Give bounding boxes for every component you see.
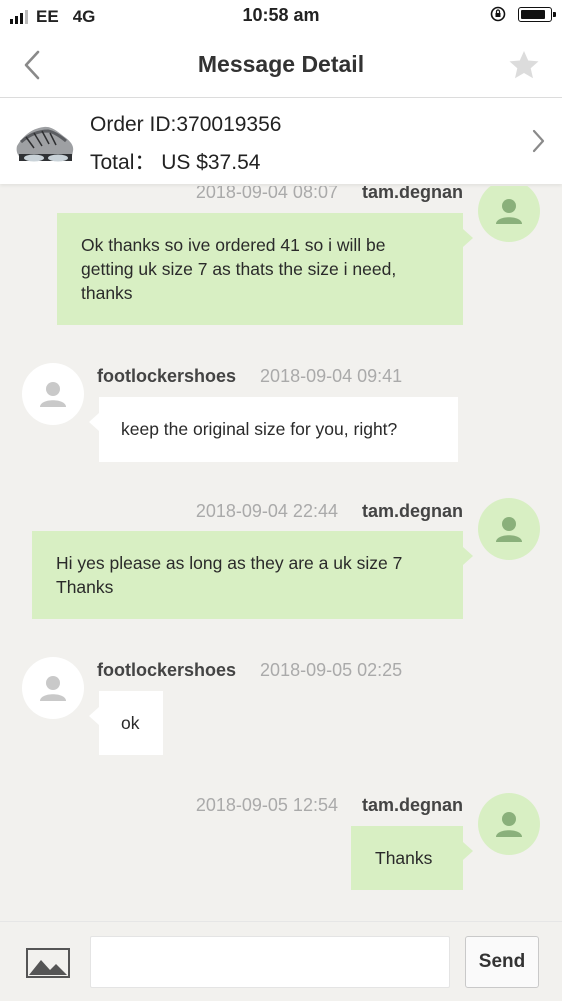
product-thumbnail (14, 112, 76, 170)
status-right (490, 6, 556, 22)
user-icon (40, 382, 66, 407)
back-chevron-icon[interactable] (18, 48, 48, 82)
send-button[interactable]: Send (465, 936, 539, 988)
message-sender: tam.degnan (361, 795, 463, 815)
message-bubble: keep the original size for you, right? (89, 397, 458, 462)
chat-thread[interactable]: 2018-09-04 08:07 tam.degnan Ok thanks so… (0, 186, 562, 921)
user-icon (496, 517, 522, 542)
message-time: 2018-09-05 02:25 (260, 660, 403, 680)
avatar[interactable] (22, 363, 84, 425)
order-total: Total： US $37.54 (90, 151, 261, 174)
message-meta: 2018-09-04 08:07 tam.degnan (196, 186, 463, 203)
message-sender: footlockershoes (97, 660, 237, 680)
image-icon[interactable] (26, 948, 70, 978)
message-composer: Send (0, 921, 562, 1001)
message-meta: footlockershoes 2018-09-04 09:41 (97, 366, 402, 387)
page-title: Message Detail (197, 51, 365, 77)
user-icon (496, 199, 522, 224)
avatar[interactable] (478, 793, 540, 855)
navigation-bar: Message Detail (0, 34, 562, 98)
avatar[interactable] (22, 657, 84, 719)
message-time: 2018-09-04 22:44 (195, 501, 338, 521)
message-bubble: Thanks (351, 826, 473, 890)
message-sender: tam.degnan (361, 501, 463, 521)
chevron-right-icon[interactable] (528, 126, 548, 156)
message-input[interactable] (90, 936, 450, 988)
status-bar: EE 4G 10:58 am (0, 0, 562, 34)
message-bubble: Ok thanks so ive ordered 41 so i will be… (57, 213, 473, 325)
message-bubble: Hi yes please as long as they are a uk s… (32, 531, 473, 619)
avatar[interactable] (478, 186, 540, 242)
order-id: Order ID:370019356 (90, 113, 282, 136)
battery-icon (518, 6, 556, 22)
message-time: 2018-09-05 12:54 (195, 795, 338, 815)
message-meta: 2018-09-05 12:54 tam.degnan (196, 795, 463, 816)
avatar[interactable] (478, 498, 540, 560)
clock: 10:58 am (242, 5, 320, 25)
star-icon[interactable] (508, 49, 540, 81)
user-icon (496, 812, 522, 837)
user-icon (40, 676, 66, 701)
message-bubble: ok (89, 691, 163, 755)
message-sender: footlockershoes (97, 366, 237, 386)
message-time: 2018-09-04 08:07 (195, 186, 338, 202)
order-summary[interactable]: Order ID:370019356 Total： US $37.54 (0, 98, 562, 184)
message-meta: 2018-09-04 22:44 tam.degnan (196, 501, 463, 522)
message-time: 2018-09-04 09:41 (260, 366, 403, 386)
message-meta: footlockershoes 2018-09-05 02:25 (97, 660, 402, 681)
message-sender: tam.degnan (361, 186, 463, 202)
rotation-lock-icon (490, 6, 506, 22)
